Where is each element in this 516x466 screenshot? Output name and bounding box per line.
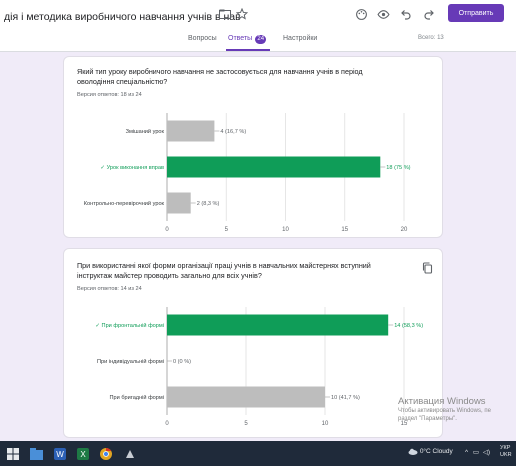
undo-icon[interactable] <box>399 7 413 21</box>
category-label: ✓ При фронтальній формі <box>95 322 164 329</box>
bar <box>167 156 381 178</box>
windows-taskbar: W X 0°C Cloudy ^ ▭ ◁) УКР UKR <box>0 441 516 466</box>
bar-chart-2: 0 5 10 15 ✓ При фронтальній формі 14 (58,3 %)… <box>64 299 442 434</box>
tab-settings[interactable]: Настройки <box>283 35 317 42</box>
x-tick-label: 20 <box>401 227 408 233</box>
bar <box>167 386 325 408</box>
activation-title: Активация Windows <box>398 396 486 407</box>
send-button[interactable]: Отправить <box>448 4 504 22</box>
x-tick-label: 15 <box>341 227 348 233</box>
question-card-2: При використанні якої форми організації … <box>63 248 443 438</box>
language-code-2: UKR <box>500 452 512 458</box>
svg-text:W: W <box>56 450 64 459</box>
category-label: ✓ Урок виконання вправ <box>100 165 164 171</box>
folder-icon[interactable] <box>218 7 232 21</box>
question-title: При використанні якої форми організації … <box>77 261 371 280</box>
x-tick-label: 5 <box>244 421 248 427</box>
bar-chart-1: 0 5 10 15 20 Змішаний урок 4 (16,7 %) ✓ Урок ви… <box>64 105 442 240</box>
network-icon[interactable]: ▭ <box>473 449 479 456</box>
chevron-up-icon[interactable]: ^ <box>465 449 468 456</box>
x-tick-label: 0 <box>165 421 169 427</box>
star-icon[interactable] <box>235 7 249 21</box>
category-label: При індивідуальній формі <box>97 358 164 365</box>
responses-count-badge: 24 <box>255 35 267 44</box>
data-label: 10 (41,7 %) <box>331 395 360 401</box>
category-label: Контрольно-перевірочний урок <box>84 200 165 207</box>
data-label: 4 (16,7 %) <box>220 129 246 135</box>
tab-questions[interactable]: Вопросы <box>188 35 217 42</box>
x-tick-label: 10 <box>322 421 329 427</box>
chrome-icon[interactable] <box>100 447 112 460</box>
x-tick-label: 0 <box>165 227 169 233</box>
data-label: 0 (0 %) <box>173 359 191 365</box>
svg-text:X: X <box>80 450 86 459</box>
weather-widget[interactable]: 0°C Cloudy <box>408 448 453 455</box>
tab-responses-label: Ответы <box>228 35 253 42</box>
activation-line-2: раздел "Параметры". <box>398 416 457 422</box>
excel-icon[interactable]: X <box>77 447 89 460</box>
activation-line-1: Чтобы активировать Windows, пе <box>398 408 491 414</box>
active-tab-indicator <box>226 49 270 51</box>
category-label: При бригадній формі <box>110 394 164 401</box>
chart-svg: 0 5 10 15 20 Змішаний урок 4 (16,7 %) ✓ Урок ви… <box>84 113 411 233</box>
file-explorer-icon[interactable] <box>30 447 43 460</box>
bar <box>167 314 389 336</box>
tab-bar: Вопросы Ответы 24 Настройки Всего: 13 <box>0 30 516 51</box>
redo-icon[interactable] <box>422 7 436 21</box>
bar <box>167 192 191 214</box>
copy-chart-icon[interactable] <box>422 261 434 274</box>
x-tick-label: 5 <box>225 227 229 233</box>
tray-icons[interactable]: ^ ▭ ◁) <box>465 448 490 456</box>
tab-responses[interactable]: Ответы 24 <box>228 35 267 44</box>
chart-svg: 0 5 10 15✓ При фронтальній формі 14 (58,3 %)… <box>95 307 423 427</box>
word-icon[interactable]: W <box>54 447 66 460</box>
app-header: дія і методика виробничого навчання учні… <box>0 0 516 52</box>
volume-icon[interactable]: ◁) <box>483 449 490 456</box>
weather-text: 0°C Cloudy <box>419 448 453 456</box>
category-label: Змішаний урок <box>126 128 165 135</box>
question-card-1: Який тип уроку виробничого навчання не з… <box>63 56 443 238</box>
data-label: 14 (58,3 %) <box>394 323 423 329</box>
app-icon[interactable] <box>124 447 136 459</box>
x-tick-label: 10 <box>282 227 289 233</box>
total-points: Всего: 13 <box>418 35 444 41</box>
data-label: 2 (8,3 %) <box>197 201 220 207</box>
bar <box>167 120 215 142</box>
language-code: УКР <box>500 445 511 451</box>
data-label: 18 (75 %) <box>386 165 410 171</box>
question-title: Який тип уроку виробничого навчання не з… <box>77 67 363 86</box>
response-count: Версия ответов: 14 из 24 <box>77 286 142 292</box>
response-count: Версия ответов: 18 из 24 <box>77 92 142 98</box>
cloud-icon <box>408 448 418 455</box>
windows-activation-watermark: Активация Windows Чтобы активировать Win… <box>398 396 491 423</box>
document-title[interactable]: дія і методика виробничого навчання учні… <box>4 11 241 23</box>
palette-icon[interactable] <box>354 7 368 21</box>
preview-eye-icon[interactable] <box>376 7 390 21</box>
language-indicator[interactable]: УКР UKR <box>500 445 512 459</box>
start-icon[interactable] <box>7 447 19 460</box>
